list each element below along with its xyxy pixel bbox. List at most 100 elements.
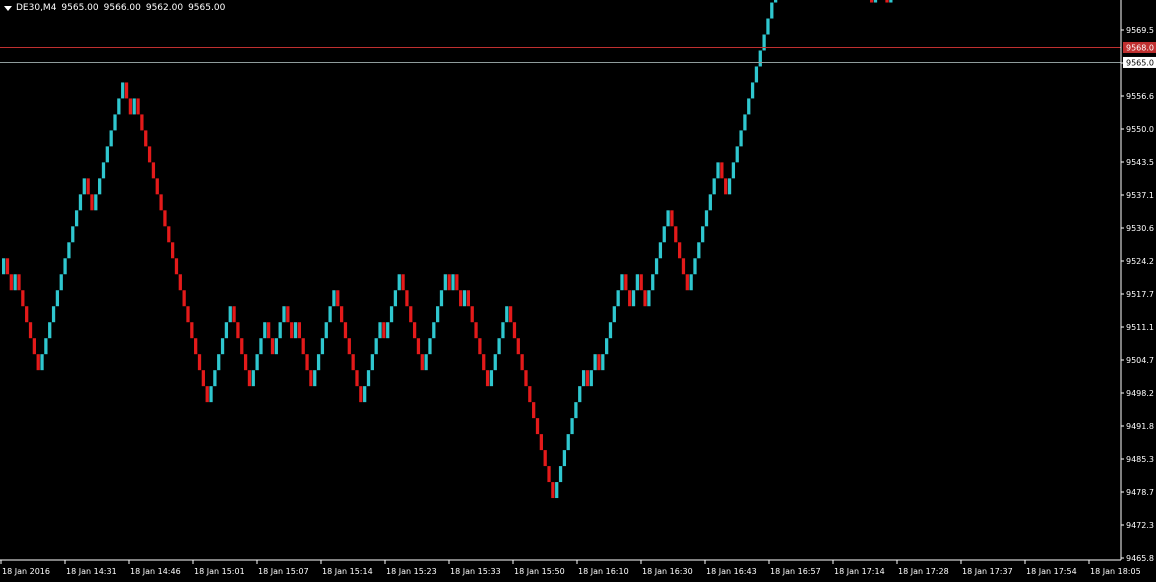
renko-brick	[708, 194, 712, 211]
renko-brick	[681, 258, 686, 275]
renko-brick	[201, 370, 205, 387]
renko-brick	[232, 306, 236, 323]
renko-brick	[885, 0, 889, 3]
renko-brick	[409, 306, 413, 323]
renko-brick	[616, 290, 620, 307]
renko-chart[interactable]: 9569.59563.09556.69550.09543.59537.19530…	[0, 0, 1156, 582]
renko-brick	[528, 386, 532, 403]
time-tick-label: 18 Jan 16:30	[642, 567, 693, 576]
renko-brick	[685, 274, 689, 291]
renko-brick	[55, 290, 60, 307]
renko-brick	[485, 370, 490, 387]
renko-brick	[628, 290, 632, 307]
renko-brick	[171, 242, 175, 259]
renko-brick	[466, 290, 470, 307]
renko-brick	[151, 162, 156, 179]
time-tick-label: 18 Jan 15:14	[322, 567, 373, 576]
renko-brick	[67, 242, 71, 259]
renko-brick	[17, 274, 21, 291]
renko-brick	[873, 0, 878, 3]
renko-brick	[13, 274, 17, 291]
renko-brick	[40, 354, 44, 371]
renko-brick	[516, 338, 520, 355]
renko-brick	[105, 146, 109, 163]
renko-brick	[86, 178, 90, 195]
time-tick-label: 18 Jan 14:46	[130, 567, 181, 576]
renko-brick	[378, 322, 382, 339]
renko-brick	[290, 322, 294, 339]
renko-brick	[355, 370, 359, 387]
renko-brick	[155, 178, 159, 195]
renko-brick	[167, 226, 171, 243]
price-axis[interactable]: 9569.59563.09556.69550.09543.59537.19530…	[1120, 0, 1154, 563]
price-tick-label: 9517.7	[1126, 290, 1154, 299]
renko-brick	[32, 338, 36, 355]
renko-brick	[71, 226, 75, 243]
renko-brick	[259, 338, 263, 355]
renko-brick	[608, 322, 613, 339]
renko-brick	[432, 322, 436, 339]
renko-brick	[562, 450, 567, 467]
renko-brick	[109, 130, 113, 147]
renko-brick	[447, 274, 451, 291]
price-tick-label: 9511.1	[1126, 323, 1154, 332]
renko-brick	[267, 322, 271, 339]
renko-brick	[474, 322, 478, 339]
renko-brick	[90, 194, 94, 211]
renko-brick	[620, 274, 624, 291]
renko-brick	[209, 386, 213, 403]
ask-price-tag: 9568.0	[1123, 41, 1156, 53]
price-tick-label: 9485.3	[1126, 455, 1154, 464]
price-tick-label: 9465.8	[1126, 554, 1154, 563]
renko-brick	[243, 354, 248, 371]
renko-brick	[278, 322, 282, 339]
renko-brick	[489, 370, 494, 387]
time-tick-label: 18 Jan 15:23	[386, 567, 437, 576]
renko-brick	[36, 354, 40, 371]
renko-brick	[386, 322, 390, 339]
price-tick-label: 9491.8	[1126, 422, 1154, 431]
renko-brick	[240, 338, 244, 355]
renko-brick	[543, 450, 547, 467]
renko-brick	[547, 466, 551, 483]
time-tick-label: 18 Jan 2016	[2, 567, 50, 576]
renko-brick	[739, 130, 743, 147]
renko-brick	[159, 194, 163, 211]
renko-brick	[74, 210, 79, 227]
renko-brick	[213, 370, 217, 387]
renko-brick	[324, 322, 328, 339]
renko-brick	[320, 338, 325, 355]
renko-brick	[743, 114, 747, 131]
renko-brick	[25, 306, 29, 323]
renko-brick	[48, 322, 52, 339]
renko-brick	[197, 354, 202, 371]
renko-brick	[339, 306, 344, 323]
renko-brick	[336, 290, 340, 307]
renko-brick	[677, 242, 682, 259]
renko-brick	[117, 98, 121, 115]
renko-brick	[731, 162, 736, 179]
price-tick-label: 9498.2	[1126, 389, 1154, 398]
renko-brick	[762, 34, 766, 51]
renko-brick	[462, 290, 467, 307]
renko-brick	[374, 338, 378, 355]
renko-brick	[359, 386, 363, 403]
renko-brick	[94, 194, 98, 211]
renko-brick	[351, 354, 355, 371]
renko-brick	[316, 354, 321, 371]
time-axis[interactable]: 18 Jan 2016 18 Jan 14:31 18 Jan 14:46 18 Ja…	[0, 559, 1141, 576]
renko-brick	[393, 290, 398, 307]
renko-brick	[539, 434, 543, 451]
renko-brick	[470, 306, 474, 323]
renko-brick	[363, 386, 367, 403]
renko-brick	[313, 370, 317, 387]
time-tick-label: 18 Jan 14:31	[66, 567, 117, 576]
renko-brick	[224, 322, 229, 339]
renko-brick	[439, 290, 444, 307]
renko-brick	[478, 338, 482, 355]
renko-brick	[2, 258, 6, 275]
renko-brick	[601, 354, 605, 371]
renko-brick	[270, 338, 275, 355]
renko-brick	[128, 98, 133, 115]
renko-brick	[459, 290, 463, 307]
